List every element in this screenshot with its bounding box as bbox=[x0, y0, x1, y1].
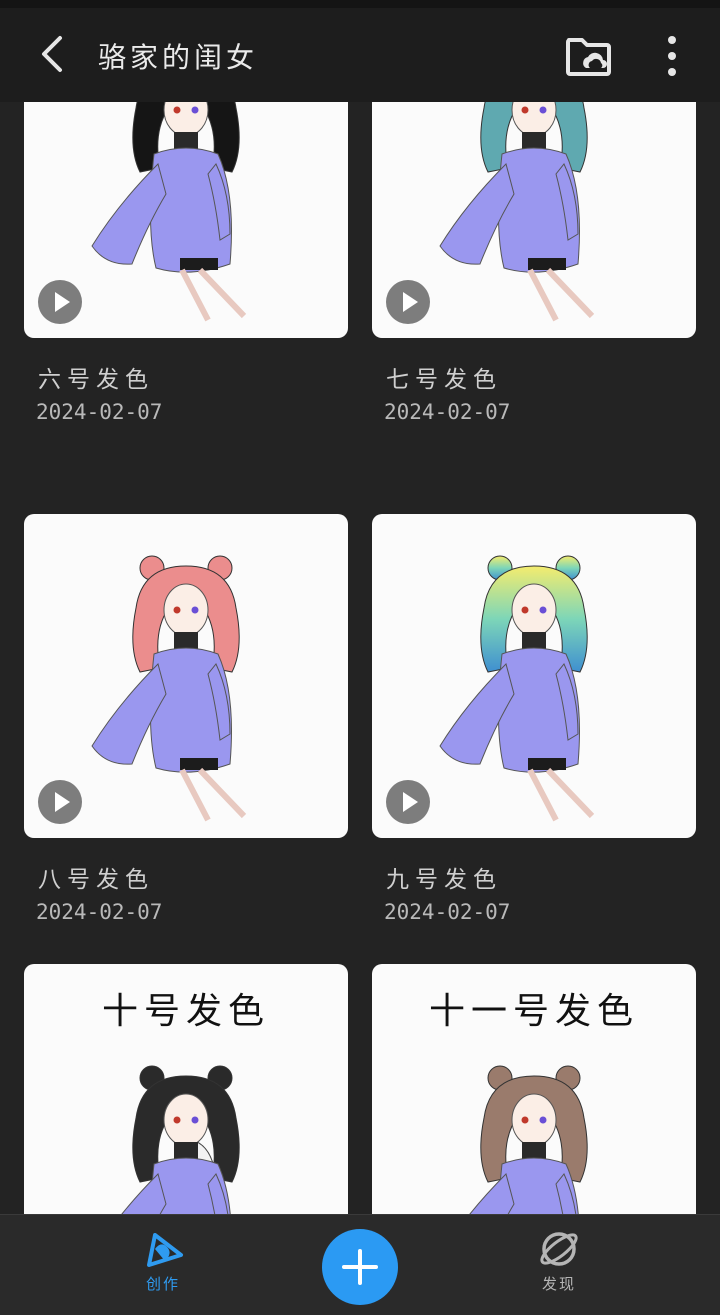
status-bar bbox=[0, 0, 720, 8]
artwork-thumbnail[interactable] bbox=[24, 102, 348, 338]
play-timelapse-button[interactable] bbox=[38, 280, 82, 324]
artwork-thumbnail[interactable]: 十号发色 bbox=[24, 964, 348, 1214]
artwork-thumbnail[interactable]: 十一号发色 bbox=[372, 964, 696, 1214]
back-arrow-icon bbox=[42, 36, 62, 72]
add-new-button[interactable] bbox=[322, 1229, 398, 1305]
artwork-card[interactable]: 十一号发色 bbox=[372, 964, 696, 1214]
more-vertical-icon bbox=[668, 36, 676, 76]
more-options-button[interactable] bbox=[656, 34, 688, 78]
bottom-navigation: 创作 发现 bbox=[0, 1214, 720, 1315]
artwork-card[interactable]: 八号发色 2024-02-07 bbox=[24, 514, 348, 924]
top-app-bar: 骆家的闺女 bbox=[0, 8, 720, 102]
play-timelapse-button[interactable] bbox=[386, 780, 430, 824]
folder-cloud-icon bbox=[566, 38, 611, 76]
play-icon bbox=[403, 792, 418, 812]
artwork-date: 2024-02-07 bbox=[384, 900, 511, 924]
artwork-title: 九号发色 bbox=[386, 867, 502, 893]
artwork-title: 八号发色 bbox=[38, 867, 154, 893]
plus-icon bbox=[342, 1249, 378, 1285]
artwork-overlay-text: 十一号发色 bbox=[428, 991, 639, 1032]
artwork-thumbnail[interactable] bbox=[24, 514, 348, 838]
artwork-thumbnail[interactable] bbox=[372, 102, 696, 338]
artwork-date: 2024-02-07 bbox=[36, 900, 163, 924]
artwork-title: 六号发色 bbox=[38, 367, 154, 393]
play-icon bbox=[55, 292, 70, 312]
artwork-card[interactable]: 九号发色 2024-02-07 bbox=[372, 514, 696, 924]
artwork-date: 2024-02-07 bbox=[384, 400, 511, 424]
nav-create-label: 创作 bbox=[145, 1275, 180, 1293]
folder-sync-button[interactable] bbox=[566, 34, 612, 76]
artwork-thumbnail[interactable] bbox=[372, 514, 696, 838]
artwork-title: 七号发色 bbox=[386, 367, 502, 393]
artwork-card[interactable]: 十号发色 bbox=[24, 964, 348, 1214]
planet-icon bbox=[540, 1232, 578, 1266]
play-timelapse-button[interactable] bbox=[386, 280, 430, 324]
artwork-date: 2024-02-07 bbox=[36, 400, 163, 424]
play-icon bbox=[55, 792, 70, 812]
artwork-card[interactable]: 六号发色 2024-02-07 bbox=[24, 102, 348, 424]
nav-discover-label: 发现 bbox=[541, 1275, 576, 1293]
play-timelapse-button[interactable] bbox=[38, 780, 82, 824]
artwork-grid-viewport[interactable]: 六号发色 2024-02-07 七号发色 2024-02-07 八号发色 202… bbox=[0, 102, 720, 1214]
nav-create-tab[interactable]: 创作 bbox=[118, 1227, 208, 1309]
artwork-card[interactable]: 七号发色 2024-02-07 bbox=[372, 102, 696, 424]
page-title: 骆家的闺女 bbox=[98, 41, 259, 74]
create-pen-icon bbox=[147, 1233, 183, 1267]
artwork-overlay-text: 十号发色 bbox=[101, 991, 270, 1032]
back-button[interactable] bbox=[34, 34, 74, 74]
play-icon bbox=[403, 292, 418, 312]
nav-discover-tab[interactable]: 发现 bbox=[514, 1227, 604, 1309]
